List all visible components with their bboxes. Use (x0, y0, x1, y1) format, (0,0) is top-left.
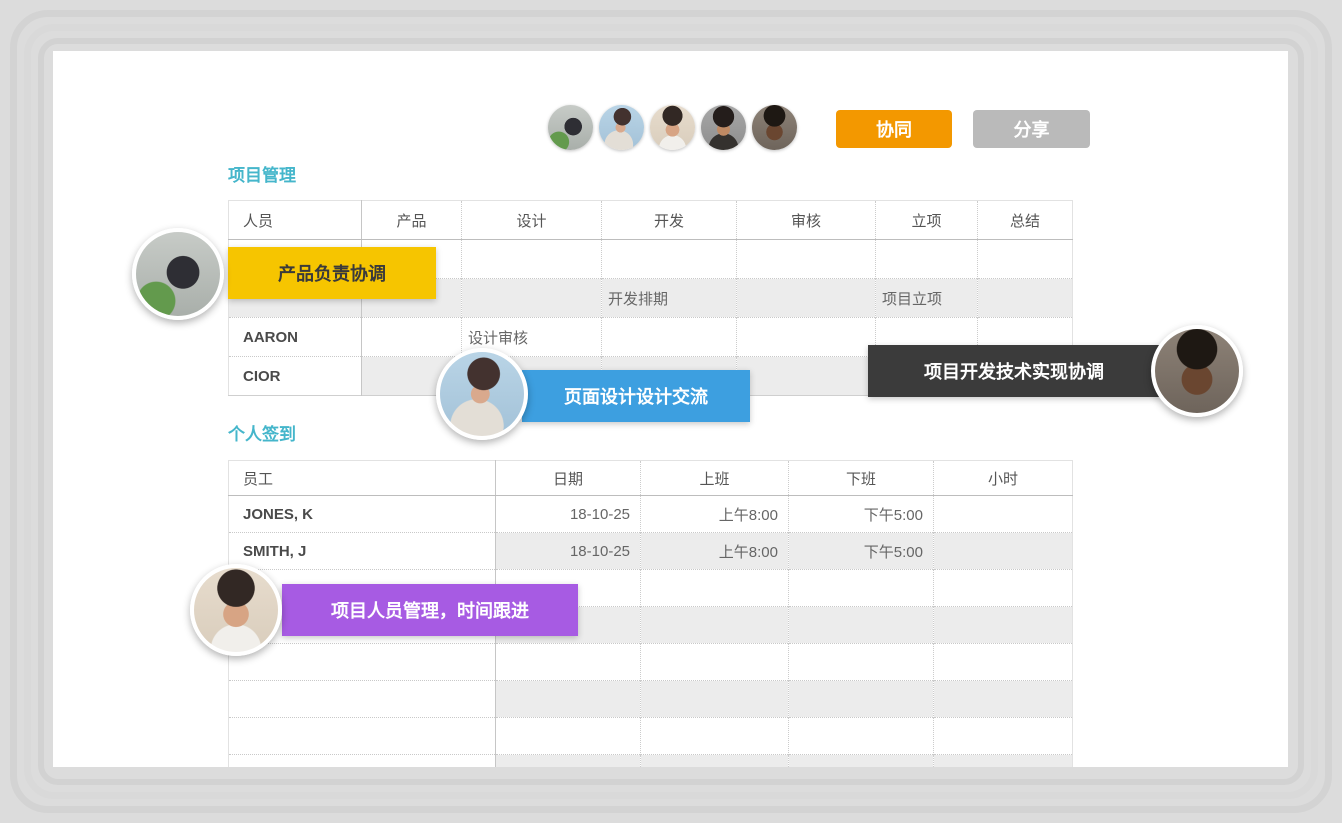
column-header[interactable]: 总结 (978, 201, 1073, 240)
callout-design: 页面设计设计交流 (522, 370, 750, 422)
app-window: 协同 分享 项目管理 人员 产品 设计 开发 审核 立项 总结 (0, 0, 1342, 823)
table-row: SMITH, J 18-10-25 上午8:00 下午5:00 (229, 533, 1073, 570)
callout-staffing-avatar (190, 564, 282, 656)
cell[interactable] (462, 240, 602, 279)
cell-person-name[interactable]: SMITH, J (229, 533, 496, 570)
cell[interactable] (602, 318, 737, 357)
cell[interactable] (978, 240, 1073, 279)
cell-person-name[interactable]: AARON (229, 318, 362, 357)
column-header[interactable]: 人员 (229, 201, 362, 240)
cell[interactable] (789, 570, 934, 607)
cell[interactable] (496, 644, 641, 681)
cell[interactable] (934, 718, 1073, 755)
cell[interactable]: 项目立项 (876, 279, 978, 318)
share-button[interactable]: 分享 (973, 110, 1090, 148)
cell[interactable] (789, 755, 934, 768)
cell-date[interactable]: 18-10-25 (496, 496, 641, 533)
cell[interactable] (641, 755, 789, 768)
column-header[interactable]: 设计 (462, 201, 602, 240)
collaborate-button[interactable]: 协同 (836, 110, 952, 148)
checkin-section-title: 个人签到 (228, 420, 296, 445)
member-avatar-2[interactable] (599, 105, 644, 150)
table-row (229, 644, 1073, 681)
cell[interactable] (934, 570, 1073, 607)
callout-staffing: 项目人员管理，时间跟进 (282, 584, 578, 636)
cell[interactable] (362, 318, 462, 357)
project-table-header-row: 人员 产品 设计 开发 审核 立项 总结 (229, 201, 1073, 240)
cell-clock-in[interactable]: 上午8:00 (641, 496, 789, 533)
project-section-title: 项目管理 (228, 161, 296, 186)
cell[interactable] (737, 240, 876, 279)
cell[interactable] (229, 755, 496, 768)
callout-product-avatar (132, 228, 224, 320)
cell[interactable] (934, 681, 1073, 718)
cell[interactable] (789, 644, 934, 681)
cell[interactable] (641, 718, 789, 755)
member-avatar-1[interactable] (548, 105, 593, 150)
table-row: JONES, K 18-10-25 上午8:00 下午5:00 (229, 496, 1073, 533)
column-header[interactable]: 立项 (876, 201, 978, 240)
cell[interactable] (934, 644, 1073, 681)
checkin-table-header-row: 员工 日期 上班 下班 小时 (229, 461, 1073, 496)
cell[interactable] (789, 607, 934, 644)
cell[interactable] (934, 755, 1073, 768)
cell[interactable] (934, 533, 1073, 570)
cell[interactable] (641, 570, 789, 607)
cell[interactable] (229, 681, 496, 718)
cell[interactable] (641, 681, 789, 718)
cell[interactable] (462, 279, 602, 318)
member-avatar-5[interactable] (752, 105, 797, 150)
cell[interactable] (737, 318, 876, 357)
table-row (229, 681, 1073, 718)
column-header[interactable]: 审核 (737, 201, 876, 240)
cell-clock-in[interactable]: 上午8:00 (641, 533, 789, 570)
cell[interactable] (978, 279, 1073, 318)
cell[interactable] (934, 496, 1073, 533)
cell-clock-out[interactable]: 下午5:00 (789, 533, 934, 570)
callout-development: 项目开发技术实现协调 (868, 345, 1160, 397)
column-header[interactable]: 员工 (229, 461, 496, 496)
cell[interactable] (876, 240, 978, 279)
cell-clock-out[interactable]: 下午5:00 (789, 496, 934, 533)
column-header[interactable]: 上班 (641, 461, 789, 496)
cell[interactable] (737, 279, 876, 318)
callout-product: 产品负责协调 (228, 247, 436, 299)
cell[interactable] (602, 240, 737, 279)
cell[interactable] (229, 718, 496, 755)
column-header[interactable]: 产品 (362, 201, 462, 240)
member-avatar-3[interactable] (650, 105, 695, 150)
callout-design-avatar (436, 348, 528, 440)
cell[interactable]: 开发排期 (602, 279, 737, 318)
cell[interactable] (229, 644, 496, 681)
cell-person-name[interactable]: JONES, K (229, 496, 496, 533)
cell[interactable] (789, 718, 934, 755)
table-row (229, 718, 1073, 755)
member-avatar-4[interactable] (701, 105, 746, 150)
cell-date[interactable]: 18-10-25 (496, 533, 641, 570)
column-header[interactable]: 开发 (602, 201, 737, 240)
cell[interactable] (641, 607, 789, 644)
column-header[interactable]: 下班 (789, 461, 934, 496)
cell[interactable] (496, 718, 641, 755)
column-header[interactable]: 日期 (496, 461, 641, 496)
cell[interactable] (789, 681, 934, 718)
column-header[interactable]: 小时 (934, 461, 1073, 496)
cell[interactable] (934, 607, 1073, 644)
cell-person-name[interactable]: CIOR (229, 357, 362, 396)
cell[interactable] (496, 681, 641, 718)
callout-development-avatar (1151, 325, 1243, 417)
cell[interactable] (496, 755, 641, 768)
member-avatar-list (548, 105, 797, 150)
cell[interactable] (737, 357, 876, 396)
cell[interactable] (641, 644, 789, 681)
table-row (229, 755, 1073, 768)
